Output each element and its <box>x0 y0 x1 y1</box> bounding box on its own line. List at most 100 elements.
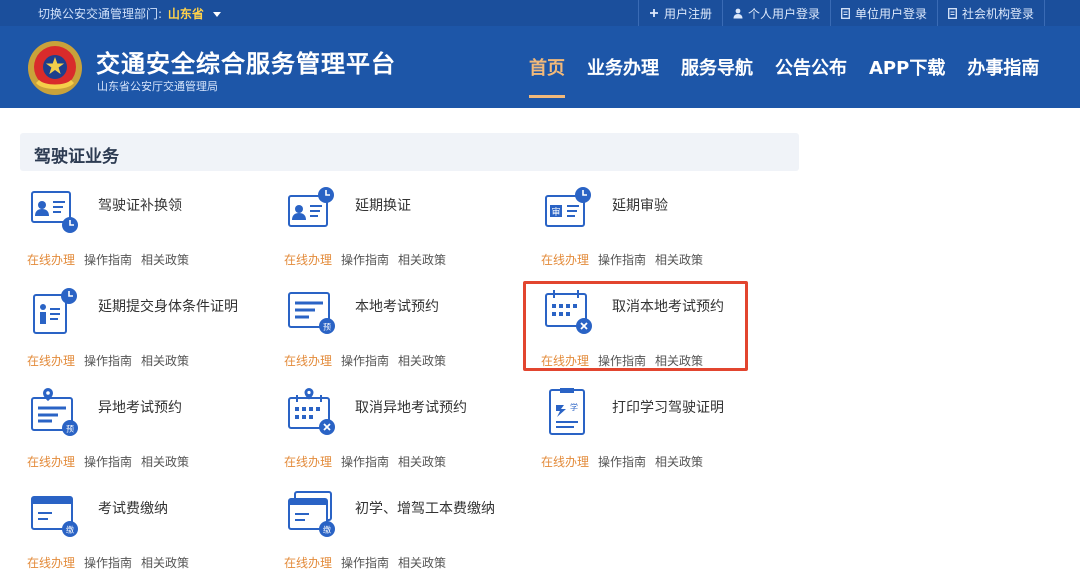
service-name[interactable]: 驾驶证补换领 <box>98 196 248 216</box>
account-links: 用户注册 个人用户登录 单位用户登录 社会机构登录 <box>638 0 1046 26</box>
stacked-fee-payment-icon[interactable]: 缴 <box>285 489 335 537</box>
online-handle-link[interactable]: 在线办理 <box>27 253 75 267</box>
online-handle-link[interactable]: 在线办理 <box>284 556 332 570</box>
person-document-clock-icon[interactable] <box>28 287 78 335</box>
service-name[interactable]: 考试费缴纳 <box>98 499 248 519</box>
guide-link[interactable]: 操作指南 <box>84 455 132 469</box>
policy-link[interactable]: 相关政策 <box>398 253 446 267</box>
policy-link[interactable]: 相关政策 <box>398 556 446 570</box>
online-handle-link[interactable]: 在线办理 <box>27 455 75 469</box>
policy-link[interactable]: 相关政策 <box>655 253 703 267</box>
service-links: 在线办理 操作指南 相关政策 <box>541 251 712 268</box>
policy-link[interactable]: 相关政策 <box>141 455 189 469</box>
nav-app-download[interactable]: APP下载 <box>858 26 956 108</box>
register-label: 用户注册 <box>664 6 713 21</box>
svg-text:学: 学 <box>570 402 578 412</box>
unit-login-label: 单位用户登录 <box>855 6 928 21</box>
location-exam-booking-icon[interactable]: 预 <box>28 388 78 436</box>
id-card-clock-icon[interactable] <box>285 186 335 234</box>
nav-business[interactable]: 业务办理 <box>576 26 670 108</box>
personal-login-link[interactable]: 个人用户登录 <box>722 0 830 26</box>
document-icon <box>841 7 850 19</box>
service-card-cancel-local-exam: 取消本地考试预约 在线办理 操作指南 相关政策 <box>534 287 774 377</box>
svg-text:预: 预 <box>323 322 331 332</box>
svg-text:审: 审 <box>551 206 560 218</box>
org-login-label: 社会机构登录 <box>962 6 1035 21</box>
service-links: 在线办理 操作指南 相关政策 <box>27 352 198 369</box>
guide-link[interactable]: 操作指南 <box>341 354 389 368</box>
online-handle-link[interactable]: 在线办理 <box>284 455 332 469</box>
guide-link[interactable]: 操作指南 <box>84 556 132 570</box>
guide-link[interactable]: 操作指南 <box>341 556 389 570</box>
register-link[interactable]: 用户注册 <box>638 0 722 26</box>
service-card-license-cost-fee: 缴 初学、增驾工本费缴纳 在线办理 操作指南 相关政策 <box>277 489 517 579</box>
policy-link[interactable]: 相关政策 <box>398 455 446 469</box>
online-handle-link[interactable]: 在线办理 <box>27 354 75 368</box>
caret-down-icon[interactable] <box>212 12 221 17</box>
fee-payment-icon[interactable]: 缴 <box>28 489 78 537</box>
guide-link[interactable]: 操作指南 <box>598 455 646 469</box>
guide-link[interactable]: 操作指南 <box>598 354 646 368</box>
calendar-cancel-icon[interactable] <box>542 287 592 335</box>
police-emblem-icon[interactable] <box>26 39 84 97</box>
site-header: 交通安全综合服务管理平台 山东省公安厅交通管理局 首页 业务办理 服务导航 公告… <box>0 26 1080 108</box>
nav-handbook[interactable]: 办事指南 <box>956 26 1050 108</box>
province-selected[interactable]: 山东省 <box>168 7 204 21</box>
guide-link[interactable]: 操作指南 <box>84 253 132 267</box>
main-nav: 首页 业务办理 服务导航 公告公布 APP下载 办事指南 <box>518 26 1050 108</box>
online-handle-link[interactable]: 在线办理 <box>541 253 589 267</box>
service-card-extend-health-cert: 延期提交身体条件证明 在线办理 操作指南 相关政策 <box>20 287 260 377</box>
online-handle-link[interactable]: 在线办理 <box>541 455 589 469</box>
exam-booking-icon[interactable]: 预 <box>285 287 335 335</box>
service-links: 在线办理 操作指南 相关政策 <box>27 251 198 268</box>
personal-login-label: 个人用户登录 <box>748 6 821 21</box>
id-card-clock-icon[interactable] <box>28 186 78 234</box>
department-label: 切换公安交通管理部门: <box>38 7 163 21</box>
service-links: 在线办理 操作指南 相关政策 <box>27 453 198 470</box>
service-links: 在线办理 操作指南 相关政策 <box>284 453 455 470</box>
nav-service-guide[interactable]: 服务导航 <box>670 26 764 108</box>
site-subtitle: 山东省公安厅交通管理局 <box>97 80 218 93</box>
service-name[interactable]: 延期换证 <box>355 196 505 216</box>
org-login-link[interactable]: 社会机构登录 <box>937 0 1046 26</box>
service-name[interactable]: 延期审验 <box>612 196 762 216</box>
learner-certificate-icon[interactable]: 学 <box>542 388 592 436</box>
online-handle-link[interactable]: 在线办理 <box>284 253 332 267</box>
online-handle-link[interactable]: 在线办理 <box>541 354 589 368</box>
policy-link[interactable]: 相关政策 <box>141 354 189 368</box>
guide-link[interactable]: 操作指南 <box>341 253 389 267</box>
online-handle-link[interactable]: 在线办理 <box>27 556 75 570</box>
service-links: 在线办理 操作指南 相关政策 <box>27 554 198 571</box>
svg-text:缴: 缴 <box>66 525 74 535</box>
service-links: 在线办理 操作指南 相关政策 <box>541 352 712 369</box>
service-name[interactable]: 取消本地考试预约 <box>612 297 762 317</box>
department-switcher[interactable]: 切换公安交通管理部门: 山东省 <box>38 5 221 22</box>
policy-link[interactable]: 相关政策 <box>141 556 189 570</box>
site-title: 交通安全综合服务管理平台 <box>96 50 396 78</box>
service-name[interactable]: 延期提交身体条件证明 <box>98 297 248 317</box>
service-card-extend-renewal: 延期换证 在线办理 操作指南 相关政策 <box>277 186 517 276</box>
guide-link[interactable]: 操作指南 <box>598 253 646 267</box>
service-name[interactable]: 取消异地考试预约 <box>355 398 505 418</box>
nav-announcements[interactable]: 公告公布 <box>764 26 858 108</box>
service-name[interactable]: 本地考试预约 <box>355 297 505 317</box>
review-card-clock-icon[interactable]: 审 <box>542 186 592 234</box>
service-links: 在线办理 操作指南 相关政策 <box>284 352 455 369</box>
svg-text:缴: 缴 <box>323 525 331 535</box>
service-name[interactable]: 打印学习驾驶证明 <box>612 398 762 418</box>
policy-link[interactable]: 相关政策 <box>141 253 189 267</box>
guide-link[interactable]: 操作指南 <box>84 354 132 368</box>
guide-link[interactable]: 操作指南 <box>341 455 389 469</box>
online-handle-link[interactable]: 在线办理 <box>284 354 332 368</box>
policy-link[interactable]: 相关政策 <box>655 354 703 368</box>
service-card-cancel-remote-exam: 取消异地考试预约 在线办理 操作指南 相关政策 <box>277 388 517 478</box>
service-name[interactable]: 异地考试预约 <box>98 398 248 418</box>
policy-link[interactable]: 相关政策 <box>398 354 446 368</box>
document-icon <box>948 7 957 19</box>
unit-login-link[interactable]: 单位用户登录 <box>830 0 937 26</box>
location-calendar-cancel-icon[interactable] <box>285 388 335 436</box>
policy-link[interactable]: 相关政策 <box>655 455 703 469</box>
plus-icon <box>650 9 658 17</box>
service-name[interactable]: 初学、增驾工本费缴纳 <box>355 499 505 519</box>
nav-home[interactable]: 首页 <box>518 26 576 108</box>
